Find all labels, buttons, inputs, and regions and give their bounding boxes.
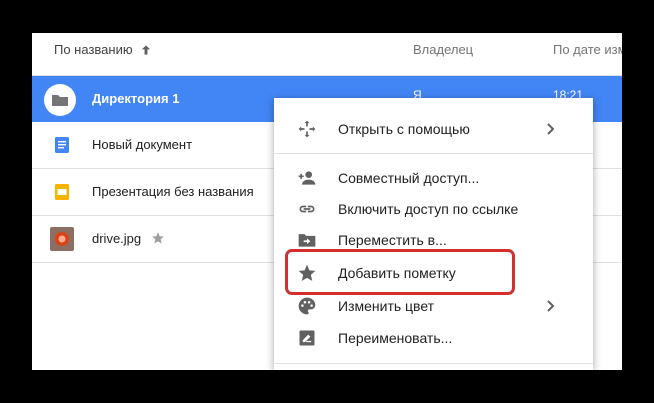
menu-separator <box>274 363 593 364</box>
menu-separator <box>274 153 593 154</box>
folder-icon <box>44 84 76 116</box>
move-to-folder-icon <box>298 234 316 247</box>
menu-item-open-with[interactable]: Открыть с помощью <box>274 113 593 145</box>
menu-item-share[interactable]: Совместный доступ... <box>274 162 593 194</box>
chevron-right-icon <box>547 300 555 312</box>
add-person-icon <box>298 171 316 185</box>
file-list-header: По названию Владелец По дате изм <box>32 33 622 76</box>
owner-header[interactable]: Владелец <box>413 42 473 57</box>
palette-icon <box>298 297 316 315</box>
google-docs-icon <box>55 137 69 153</box>
menu-item-label: Включить доступ по ссылке <box>338 201 519 217</box>
menu-item-label: Изменить цвет <box>338 298 435 314</box>
menu-item-link-share[interactable]: Включить доступ по ссылке <box>274 193 593 225</box>
arrow-up-icon <box>141 44 150 55</box>
sort-by-name-header[interactable]: По названию <box>54 42 153 57</box>
link-icon <box>299 205 315 213</box>
file-name: Новый документ <box>92 137 193 152</box>
menu-item-rename[interactable]: Переименовать... <box>274 322 593 354</box>
google-slides-icon <box>55 184 69 200</box>
file-name: Директория 1 <box>92 91 180 106</box>
sort-by-name-label: По названию <box>54 42 133 57</box>
starred-icon <box>152 232 164 244</box>
date-header[interactable]: По дате изм <box>553 42 622 57</box>
open-with-icon <box>298 120 316 138</box>
menu-item-label: Совместный доступ... <box>338 170 480 186</box>
menu-item-label: Открыть с помощью <box>338 121 470 137</box>
file-name: Презентация без названия <box>92 184 254 199</box>
image-thumbnail <box>50 227 74 251</box>
chevron-right-icon <box>547 123 555 135</box>
menu-item-label: Переименовать... <box>338 330 453 346</box>
rename-icon <box>299 330 315 346</box>
menu-item-label: Переместить в... <box>338 232 447 248</box>
context-menu: Открыть с помощью Совместный доступ... В… <box>274 98 593 370</box>
highlight-annotation <box>285 249 515 295</box>
file-name: drive.jpg <box>92 231 142 246</box>
